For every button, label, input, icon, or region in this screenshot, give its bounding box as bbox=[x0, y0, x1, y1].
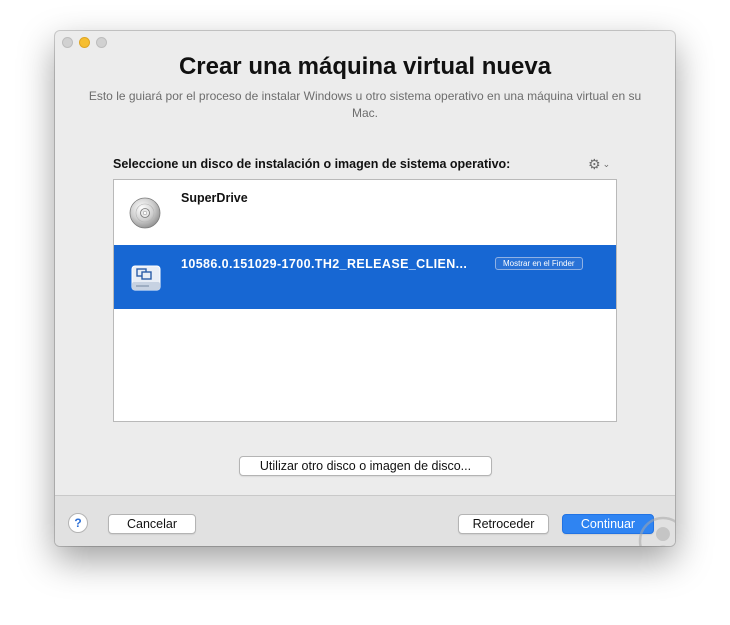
cancel-button[interactable]: Cancelar bbox=[108, 514, 196, 534]
watermark-logo bbox=[638, 516, 675, 546]
show-in-finder-button[interactable]: Mostrar en el Finder bbox=[495, 257, 583, 270]
list-item-superdrive[interactable]: SuperDrive bbox=[114, 180, 616, 244]
back-button[interactable]: Retroceder bbox=[458, 514, 549, 534]
list-label: Seleccione un disco de instalación o ima… bbox=[113, 157, 511, 171]
disc-icon bbox=[129, 197, 161, 229]
disk-image-icon bbox=[131, 265, 161, 291]
list-item-name: 10586.0.151029-1700.TH2_RELEASE_CLIEN... bbox=[181, 257, 468, 271]
help-button[interactable]: ? bbox=[68, 513, 88, 533]
window-subtitle: Esto le guiará por el proceso de instala… bbox=[88, 89, 642, 120]
new-vm-assistant-window: Crear una máquina virtual nueva Esto le … bbox=[55, 31, 675, 546]
bottom-bar: ? Cancelar Retroceder Continuar bbox=[55, 495, 675, 546]
use-other-disk-button[interactable]: Utilizar otro disco o imagen de disco... bbox=[239, 456, 492, 476]
window-controls bbox=[62, 37, 107, 48]
gear-menu-button[interactable]: ⚙ ⌄ bbox=[588, 156, 610, 173]
minimize-button[interactable] bbox=[79, 37, 90, 48]
close-button[interactable] bbox=[62, 37, 73, 48]
chevron-down-icon: ⌄ bbox=[602, 159, 611, 169]
list-item-name: SuperDrive bbox=[181, 191, 248, 205]
list-item-disk-image[interactable]: 10586.0.151029-1700.TH2_RELEASE_CLIEN...… bbox=[114, 245, 616, 309]
install-source-list[interactable]: SuperDrive 10586.0.151029-1700.TH2_RELEA… bbox=[113, 179, 617, 422]
zoom-button[interactable] bbox=[96, 37, 107, 48]
gear-icon: ⚙ bbox=[588, 156, 601, 172]
window-title: Crear una máquina virtual nueva bbox=[178, 53, 552, 80]
